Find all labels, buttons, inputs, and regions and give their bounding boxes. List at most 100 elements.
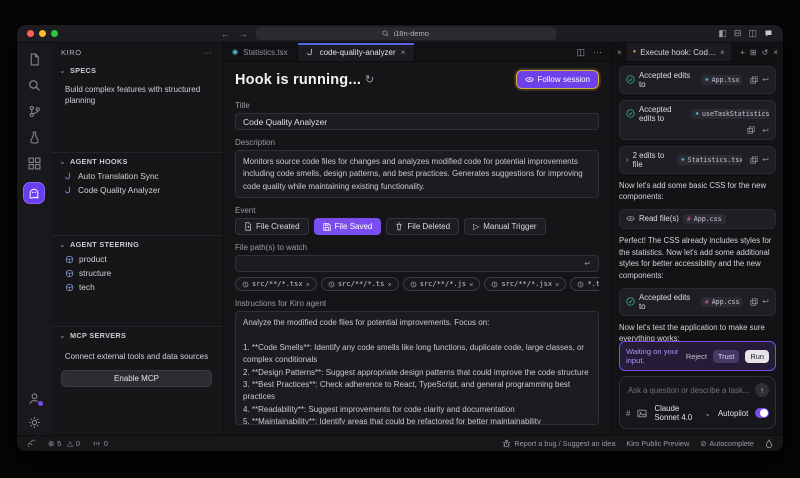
remove-pattern-icon[interactable]: × <box>387 280 391 289</box>
description-label: Description <box>235 138 599 147</box>
kiro-preview-item[interactable]: Kiro Public Preview <box>626 439 689 448</box>
droplet-icon[interactable] <box>765 439 773 449</box>
tab-execute-hook[interactable]: ● Execute hook: Code Q... × <box>627 43 731 61</box>
action-card-edits-statistics: › 2 edits to file ◆Statistics.tsx ↩ <box>619 146 776 174</box>
event-file-deleted[interactable]: File Deleted <box>386 218 459 235</box>
sidebar-item-structure[interactable]: structure <box>51 266 222 280</box>
run-button[interactable]: Run <box>745 350 769 363</box>
file-chip[interactable]: #App.css <box>683 214 726 224</box>
minimize-window-button[interactable] <box>39 30 46 37</box>
follow-session-button[interactable]: Follow session <box>516 70 599 89</box>
chat-bubble-icon[interactable] <box>764 29 773 38</box>
undo-icon[interactable]: ↩ <box>762 297 769 306</box>
sidebar-item-tech[interactable]: tech <box>51 280 222 294</box>
toggle-panel-bottom-icon[interactable]: ⊟ <box>734 28 742 39</box>
project-name: i18n-demo <box>393 29 428 38</box>
watch-pattern-chip[interactable]: src/**/*.js × <box>403 277 481 291</box>
instructions-field[interactable]: Analyze the modified code files for pote… <box>235 311 599 425</box>
mcp-description: Connect external tools and data sources <box>65 352 208 361</box>
close-icon[interactable]: × <box>617 48 622 57</box>
enable-mcp-button[interactable]: Enable MCP <box>61 370 212 387</box>
more-icon[interactable]: ··· <box>203 48 212 57</box>
watch-pattern-chip[interactable]: src/**/*.jsx × <box>484 277 566 291</box>
diff-icon[interactable] <box>747 126 755 134</box>
search-icon[interactable] <box>28 79 41 92</box>
more-actions-icon[interactable]: ··· <box>593 47 602 57</box>
close-window-button[interactable] <box>27 30 34 37</box>
section-agent-hooks[interactable]: ⌄ AGENT HOOKS <box>51 152 222 169</box>
report-bug-item[interactable]: Report a bug / Suggest an idea <box>502 439 615 448</box>
send-button[interactable]: ↑ <box>755 383 769 397</box>
event-file-saved[interactable]: File Saved <box>314 218 382 235</box>
kiro-ghost-icon[interactable] <box>24 183 44 203</box>
back-icon[interactable]: ← <box>221 29 230 39</box>
chevron-down-icon: ⌄ <box>59 334 66 338</box>
split-editor-icon[interactable]: ◫ <box>576 47 585 58</box>
diff-icon[interactable] <box>750 156 758 164</box>
error-count: 5 <box>57 439 61 448</box>
remove-pattern-icon[interactable]: × <box>555 280 559 289</box>
chat-feed: ↩ Accepted edits to {}translation.json ↩… <box>612 62 783 349</box>
debug-flask-icon[interactable] <box>28 131 41 144</box>
section-mcp-servers[interactable]: ⌄ MCP SERVERS <box>51 326 222 343</box>
description-field[interactable]: Monitors source code files for changes a… <box>235 150 599 198</box>
trust-button[interactable]: Trust <box>713 350 740 363</box>
section-specs[interactable]: ⌄ SPECS <box>51 62 222 78</box>
remote-indicator[interactable] <box>27 439 36 448</box>
history-icon[interactable]: ↺ <box>762 48 769 57</box>
chat-input[interactable] <box>626 385 751 396</box>
explorer-icon[interactable] <box>28 53 41 66</box>
tab-statistics-tsx[interactable]: ◉ Statistics.tsx <box>223 43 298 61</box>
close-tab-icon[interactable]: × <box>720 48 725 57</box>
file-chip[interactable]: #App.css <box>701 297 743 307</box>
file-chip[interactable]: ◆Statistics.tsx <box>677 155 742 165</box>
file-chip[interactable]: ◆App.tsx <box>701 75 742 85</box>
source-control-icon[interactable] <box>28 105 41 118</box>
toggle-panel-left-icon[interactable]: ◧ <box>718 28 727 39</box>
remote-icon <box>27 439 36 448</box>
diff-icon[interactable] <box>750 298 758 306</box>
undo-icon[interactable]: ↩ <box>762 75 769 84</box>
account-icon[interactable] <box>28 392 41 405</box>
file-chip[interactable]: ◆useTaskStatistics.ts <box>691 109 769 119</box>
section-agent-steering[interactable]: ⌄ AGENT STEERING <box>51 235 222 252</box>
model-selector[interactable]: Claude Sonnet 4.0 ⌄ <box>654 404 710 422</box>
sidebar-item-auto-translation-sync[interactable]: Auto Translation Sync <box>51 169 222 183</box>
title-field[interactable] <box>243 117 591 127</box>
context-hash-icon[interactable]: # <box>626 409 630 418</box>
watch-pattern-chip[interactable]: src/**/*.tsx × <box>235 277 317 291</box>
tab-code-quality-analyzer[interactable]: code-quality-analyzer × <box>298 43 416 61</box>
autocomplete-item[interactable]: ⊘ Autocomplete <box>700 439 754 448</box>
reject-button[interactable]: Reject <box>686 352 707 361</box>
command-center-search[interactable]: i18n-demo <box>256 27 556 40</box>
problems-indicator[interactable]: ⊗ 5 △ 0 <box>48 439 80 448</box>
forward-icon[interactable]: → <box>239 29 248 39</box>
undo-icon[interactable]: ↩ <box>762 155 769 164</box>
toggle-panel-right-icon[interactable]: ◫ <box>748 28 757 39</box>
event-file-created[interactable]: File Created <box>235 218 309 235</box>
sidebar-item-product[interactable]: product <box>51 252 222 266</box>
diff-icon[interactable] <box>750 76 758 84</box>
autopilot-toggle[interactable] <box>755 408 769 418</box>
expand-chevron-icon[interactable]: › <box>626 155 629 164</box>
sidebar-item-code-quality-analyzer[interactable]: Code Quality Analyzer <box>51 183 222 197</box>
remove-pattern-icon[interactable]: × <box>306 280 310 289</box>
title-label: Title <box>235 101 599 110</box>
steering-wheel-icon <box>65 283 74 292</box>
zoom-window-button[interactable] <box>51 30 58 37</box>
undo-icon[interactable]: ↩ <box>762 126 769 135</box>
extensions-icon[interactable] <box>28 157 41 170</box>
trash-icon <box>395 222 403 231</box>
settings-gear-icon[interactable] <box>28 416 41 429</box>
attach-image-icon[interactable] <box>637 409 647 418</box>
close-tab-icon[interactable]: × <box>401 48 406 57</box>
event-manual-trigger[interactable]: ▷ Manual Trigger <box>464 218 546 235</box>
close-panel-icon[interactable]: × <box>773 48 778 57</box>
sessions-grid-icon[interactable]: ⊞ <box>750 48 757 57</box>
watch-pattern-chip[interactable]: src/**/*.ts × <box>321 277 399 291</box>
remove-pattern-icon[interactable]: × <box>469 280 473 289</box>
watch-path-input[interactable] <box>243 259 584 269</box>
ports-indicator[interactable]: 0 <box>92 439 108 448</box>
watch-pattern-chip[interactable]: *.ts × <box>570 277 599 291</box>
new-session-icon[interactable]: + <box>740 48 745 57</box>
